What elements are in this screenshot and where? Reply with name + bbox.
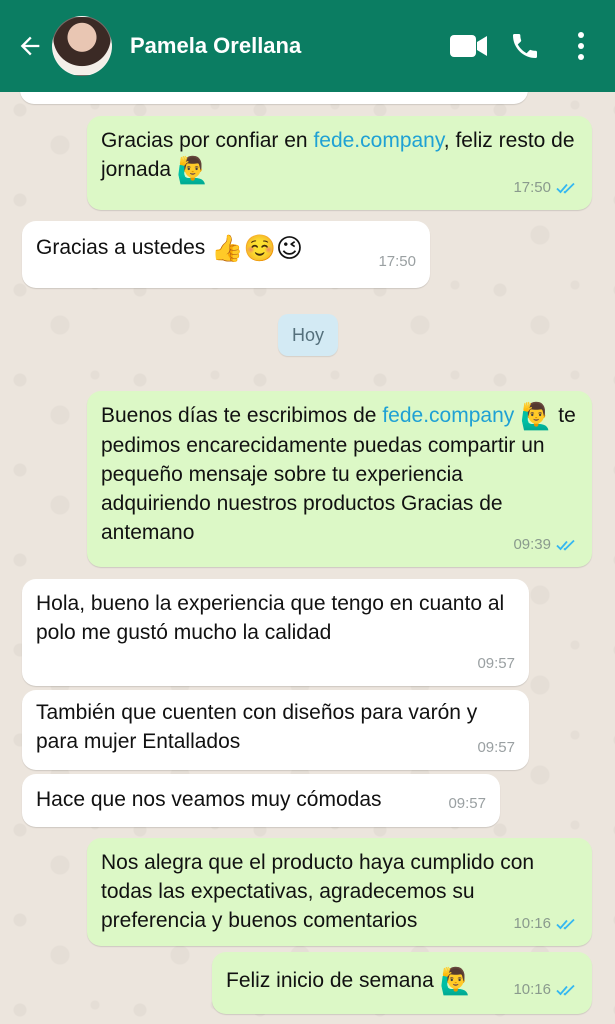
message-text: Hace que nos veamos muy cómodas [36, 788, 382, 811]
outgoing-message[interactable]: Feliz inicio de semana 🙋‍♂️ 10:16 [212, 952, 592, 1014]
video-call-icon [450, 35, 487, 57]
message-meta: 17:50 [513, 173, 578, 202]
message-text: Feliz inicio de semana [226, 969, 434, 992]
message-text: Hola, bueno la experiencia que tengo en … [36, 592, 505, 644]
phone-icon [513, 34, 537, 58]
outgoing-message[interactable]: Gracias por confiar en fede.company, fel… [87, 116, 592, 210]
voice-call-button[interactable] [505, 26, 545, 66]
message-text: Buenos días te escribimos de [101, 404, 383, 427]
incoming-message[interactable]: Hola, bueno la experiencia que tengo en … [22, 579, 529, 686]
message-meta: 09:57 [477, 733, 515, 762]
message-time: 09:57 [477, 739, 515, 756]
message-list[interactable]: Gracias por confiar en fede.company, fel… [0, 0, 615, 1024]
more-options-button[interactable] [561, 26, 601, 66]
outgoing-message[interactable]: Buenos días te escribimos de fede.compan… [87, 391, 592, 567]
message-time: 10:16 [513, 915, 551, 932]
message-text: Nos alegra que el producto haya cumplido… [101, 851, 535, 932]
message-time: 10:16 [513, 981, 551, 998]
double-check-read-icon [556, 984, 575, 996]
message-meta: 09:57 [448, 789, 486, 818]
message-time: 09:39 [513, 536, 551, 553]
back-button[interactable] [10, 26, 50, 66]
contact-name[interactable]: Pamela Orellana [130, 33, 449, 59]
person-raising-hand-emoji: 🙋‍♂️ [176, 155, 210, 185]
message-time: 09:57 [448, 795, 486, 812]
incoming-message[interactable]: Gracias a ustedes 👍☺️😉 17:50 [22, 221, 430, 288]
day-separator: Hoy [278, 314, 338, 356]
back-arrow-icon [20, 36, 40, 56]
message-meta: 09:57 [477, 649, 515, 678]
message-meta: 17:50 [378, 247, 416, 276]
message-link[interactable]: fede.company [313, 129, 443, 152]
message-time: 17:50 [378, 253, 416, 270]
double-check-read-icon [556, 918, 575, 930]
message-meta: 09:39 [513, 530, 578, 559]
person-raising-hand-emoji: 🙋‍♂️ [439, 966, 472, 996]
message-time: 17:50 [513, 179, 551, 196]
message-text: También que cuenten con diseños para var… [36, 701, 478, 753]
message-meta: 10:16 [513, 975, 578, 1004]
message-text: Gracias por confiar en [101, 129, 314, 152]
more-options-icon [578, 32, 584, 60]
message-meta: 10:16 [513, 909, 578, 938]
incoming-message[interactable]: Hace que nos veamos muy cómodas 09:57 [22, 774, 500, 827]
thumbs-up-smile-wink-emoji: 👍☺️😉 [211, 233, 303, 263]
avatar[interactable] [52, 16, 112, 76]
video-call-button[interactable] [449, 26, 489, 66]
message-text: Gracias a ustedes [36, 236, 206, 259]
chat-header: Pamela Orellana [0, 0, 615, 92]
incoming-message[interactable]: También que cuenten con diseños para var… [22, 690, 529, 770]
outgoing-message[interactable]: Nos alegra que el producto haya cumplido… [87, 838, 592, 946]
double-check-read-icon [556, 182, 575, 194]
message-time: 09:57 [477, 655, 515, 672]
message-link[interactable]: fede.company [382, 404, 514, 427]
double-check-read-icon [556, 539, 575, 551]
person-raising-hand-emoji: 🙋‍♂️ [520, 401, 553, 431]
